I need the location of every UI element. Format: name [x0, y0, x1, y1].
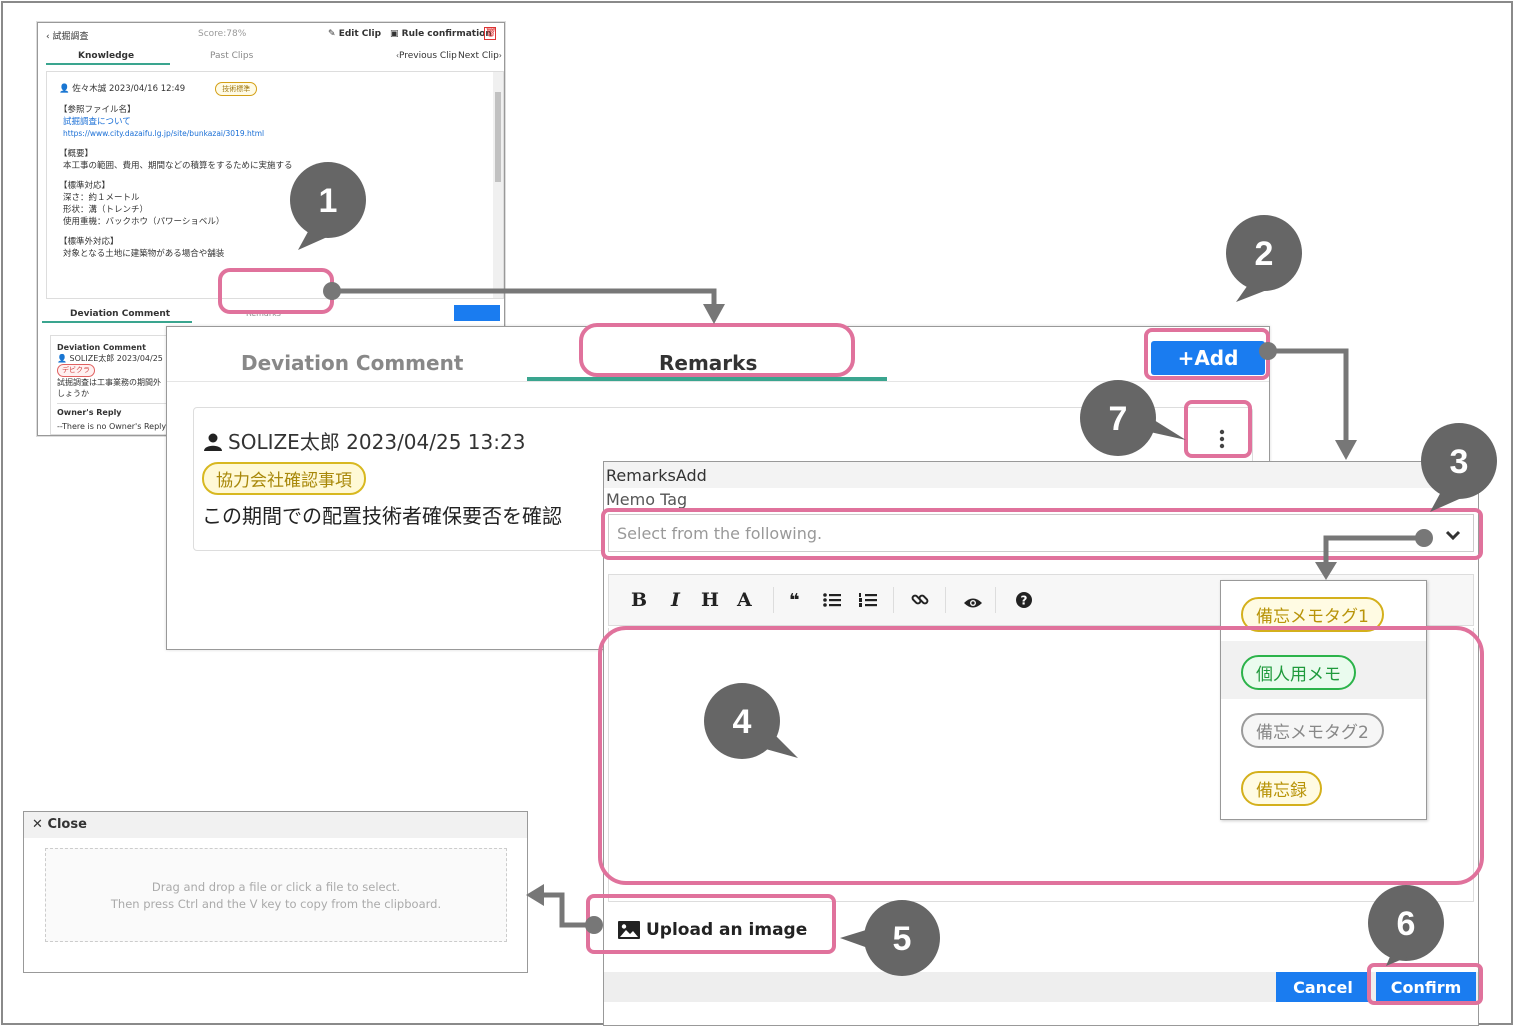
image-upload-panel: ✕ Close Drag and drop a file or click a …	[23, 811, 528, 973]
svg-text:?: ?	[1021, 594, 1028, 608]
link-icon[interactable]	[911, 591, 929, 614]
nonstd-line: 対象となる土地に建築物がある場合や舗装	[63, 249, 225, 259]
remark-author-line: SOLIZE太郎 2023/04/25 13:23	[204, 426, 525, 456]
numbered-list-icon[interactable]	[859, 591, 877, 613]
author-line: 👤 佐々木誠 2023/04/16 12:49	[59, 84, 186, 94]
add-remark-button[interactable]: +Add	[1151, 341, 1265, 375]
tab-underline	[46, 63, 170, 65]
tab-past-clips[interactable]: Past Clips	[210, 51, 253, 61]
add-button-small[interactable]	[454, 305, 500, 321]
user-icon	[204, 432, 222, 456]
image-icon	[618, 921, 640, 939]
chevron-down-icon[interactable]	[1445, 527, 1461, 546]
heading-button[interactable]: H	[701, 589, 719, 611]
close-icon: ✕	[32, 817, 43, 832]
toolbar-divider	[773, 587, 774, 613]
ref-heading: 【参照ファイル名】	[59, 105, 136, 115]
preview-eye-icon[interactable]	[963, 593, 983, 615]
bullet-list-icon[interactable]	[823, 591, 841, 613]
upload-image-label: Upload an image	[646, 920, 808, 940]
help-icon[interactable]: ?	[1015, 591, 1033, 614]
option-tag: 備忘録	[1241, 771, 1322, 806]
ref-url-link[interactable]: https://www.city.dazaifu.lg.jp/site/bunk…	[63, 129, 264, 138]
tab-underline	[42, 321, 192, 323]
dialog-titlebar	[604, 462, 1478, 488]
author-text: 佐々木誠 2023/04/16 12:49	[72, 84, 186, 94]
memo-tag-dropdown: 備忘メモタグ1 個人用メモ 備忘メモタグ2 備忘録	[1220, 580, 1427, 820]
rule-confirmation-button[interactable]: ▣ Rule confirmation	[390, 29, 492, 39]
toolbar-divider	[995, 587, 996, 613]
dropdown-option[interactable]: 備忘録	[1221, 757, 1426, 815]
edit-clip-label: Edit Clip	[338, 29, 382, 39]
std-line: 深さ：約１メートル	[63, 193, 140, 203]
memo-tag-label: Memo Tag	[606, 490, 688, 509]
upload-image-button[interactable]: Upload an image	[618, 920, 807, 940]
back-label: 試掘調査	[52, 32, 89, 42]
tab-remarks[interactable]: Remarks	[246, 309, 281, 318]
comment-tabs: Deviation Comment Remarks	[38, 305, 504, 325]
tab-deviation-comment[interactable]: Deviation Comment	[241, 351, 463, 375]
next-clip-label: Next Clip	[458, 51, 499, 61]
file-dropzone[interactable]: Drag and drop a file or click a file to …	[45, 848, 507, 942]
knowledge-content[interactable]: 👤 佐々木誠 2023/04/16 12:49 技術標準 【参照ファイル名】 試掘…	[46, 71, 504, 299]
dropdown-option[interactable]: 個人用メモ	[1221, 641, 1426, 699]
memo-tag-select[interactable]: Select from the following.	[608, 514, 1474, 552]
nonstd-heading: 【標準外対応】	[59, 237, 119, 247]
dialog-title: RemarksAdd	[606, 466, 707, 485]
clip-tabs: Knowledge Past Clips ‹Previous Clip Next…	[38, 47, 504, 65]
std-line: 形状：溝（トレンチ）	[63, 205, 149, 215]
delete-icon[interactable]: 🗑	[484, 27, 496, 40]
italic-button[interactable]: I	[671, 589, 680, 611]
deviation-author-text: SOLIZE太郎 2023/04/25	[69, 354, 163, 363]
std-heading: 【標準対応】	[59, 181, 111, 191]
toolbar-divider	[893, 587, 894, 613]
scrollbar[interactable]	[493, 72, 503, 298]
option-tag: 備忘メモタグ2	[1241, 713, 1384, 748]
back-link[interactable]: ‹ 試掘調査	[46, 29, 88, 42]
confirm-button[interactable]: Confirm	[1376, 972, 1476, 1002]
dropzone-text: Then press Ctrl and the V key to copy fr…	[110, 897, 442, 911]
font-button[interactable]: A	[737, 589, 752, 611]
select-placeholder: Select from the following.	[617, 524, 823, 543]
status-badge: 技術標準	[215, 82, 258, 96]
tab-divider	[167, 381, 1269, 382]
tab-knowledge[interactable]: Knowledge	[78, 51, 134, 61]
score-label: Score:78%	[198, 29, 247, 39]
toolbar-divider	[945, 587, 946, 613]
dropdown-option[interactable]: 備忘メモタグ2	[1221, 699, 1426, 757]
scrollbar-thumb[interactable]	[495, 92, 501, 182]
ref-link[interactable]: 試掘調査について	[63, 117, 131, 127]
next-clip-link[interactable]: Next Clip›	[458, 51, 502, 61]
close-button[interactable]: ✕ Close	[24, 812, 527, 838]
tab-deviation-comment[interactable]: Deviation Comment	[70, 309, 170, 319]
edit-clip-button[interactable]: ✎ Edit Clip	[328, 29, 381, 39]
dropdown-option[interactable]: 備忘メモタグ1	[1221, 583, 1426, 641]
tab-remarks[interactable]: Remarks	[659, 351, 757, 375]
rule-confirmation-label: Rule confirmation	[401, 29, 492, 39]
overview-text: 本工事の範囲、費用、期間などの積算をするために実施する	[63, 161, 293, 171]
remark-author-text: SOLIZE太郎 2023/04/25 13:23	[228, 430, 526, 454]
dropzone-text: Drag and drop a file or click a file to …	[151, 880, 401, 894]
more-options-icon[interactable]	[1219, 429, 1229, 453]
option-tag: 個人用メモ	[1241, 655, 1356, 690]
option-tag: 備忘メモタグ1	[1241, 597, 1384, 632]
remark-body: この期間での配置技術者確保要否を確認	[202, 504, 562, 528]
cancel-button[interactable]: Cancel	[1276, 972, 1370, 1002]
std-line: 使用重機：バックホウ（パワーショベル）	[63, 217, 225, 227]
previous-clip-label: Previous Clip	[399, 51, 457, 61]
deviation-tag: デビクラ	[57, 364, 95, 377]
panel-header: ‹ 試掘調査 Score:78% ✎ Edit Clip ▣ Rule conf…	[38, 23, 504, 45]
bold-button[interactable]: B	[631, 589, 647, 611]
overview-heading: 【概要】	[59, 149, 94, 159]
remark-tag: 協力会社確認事項	[202, 462, 366, 495]
previous-clip-link[interactable]: ‹Previous Clip	[396, 51, 457, 61]
close-label: Close	[47, 817, 87, 832]
quote-icon[interactable]: ❝	[789, 590, 800, 611]
